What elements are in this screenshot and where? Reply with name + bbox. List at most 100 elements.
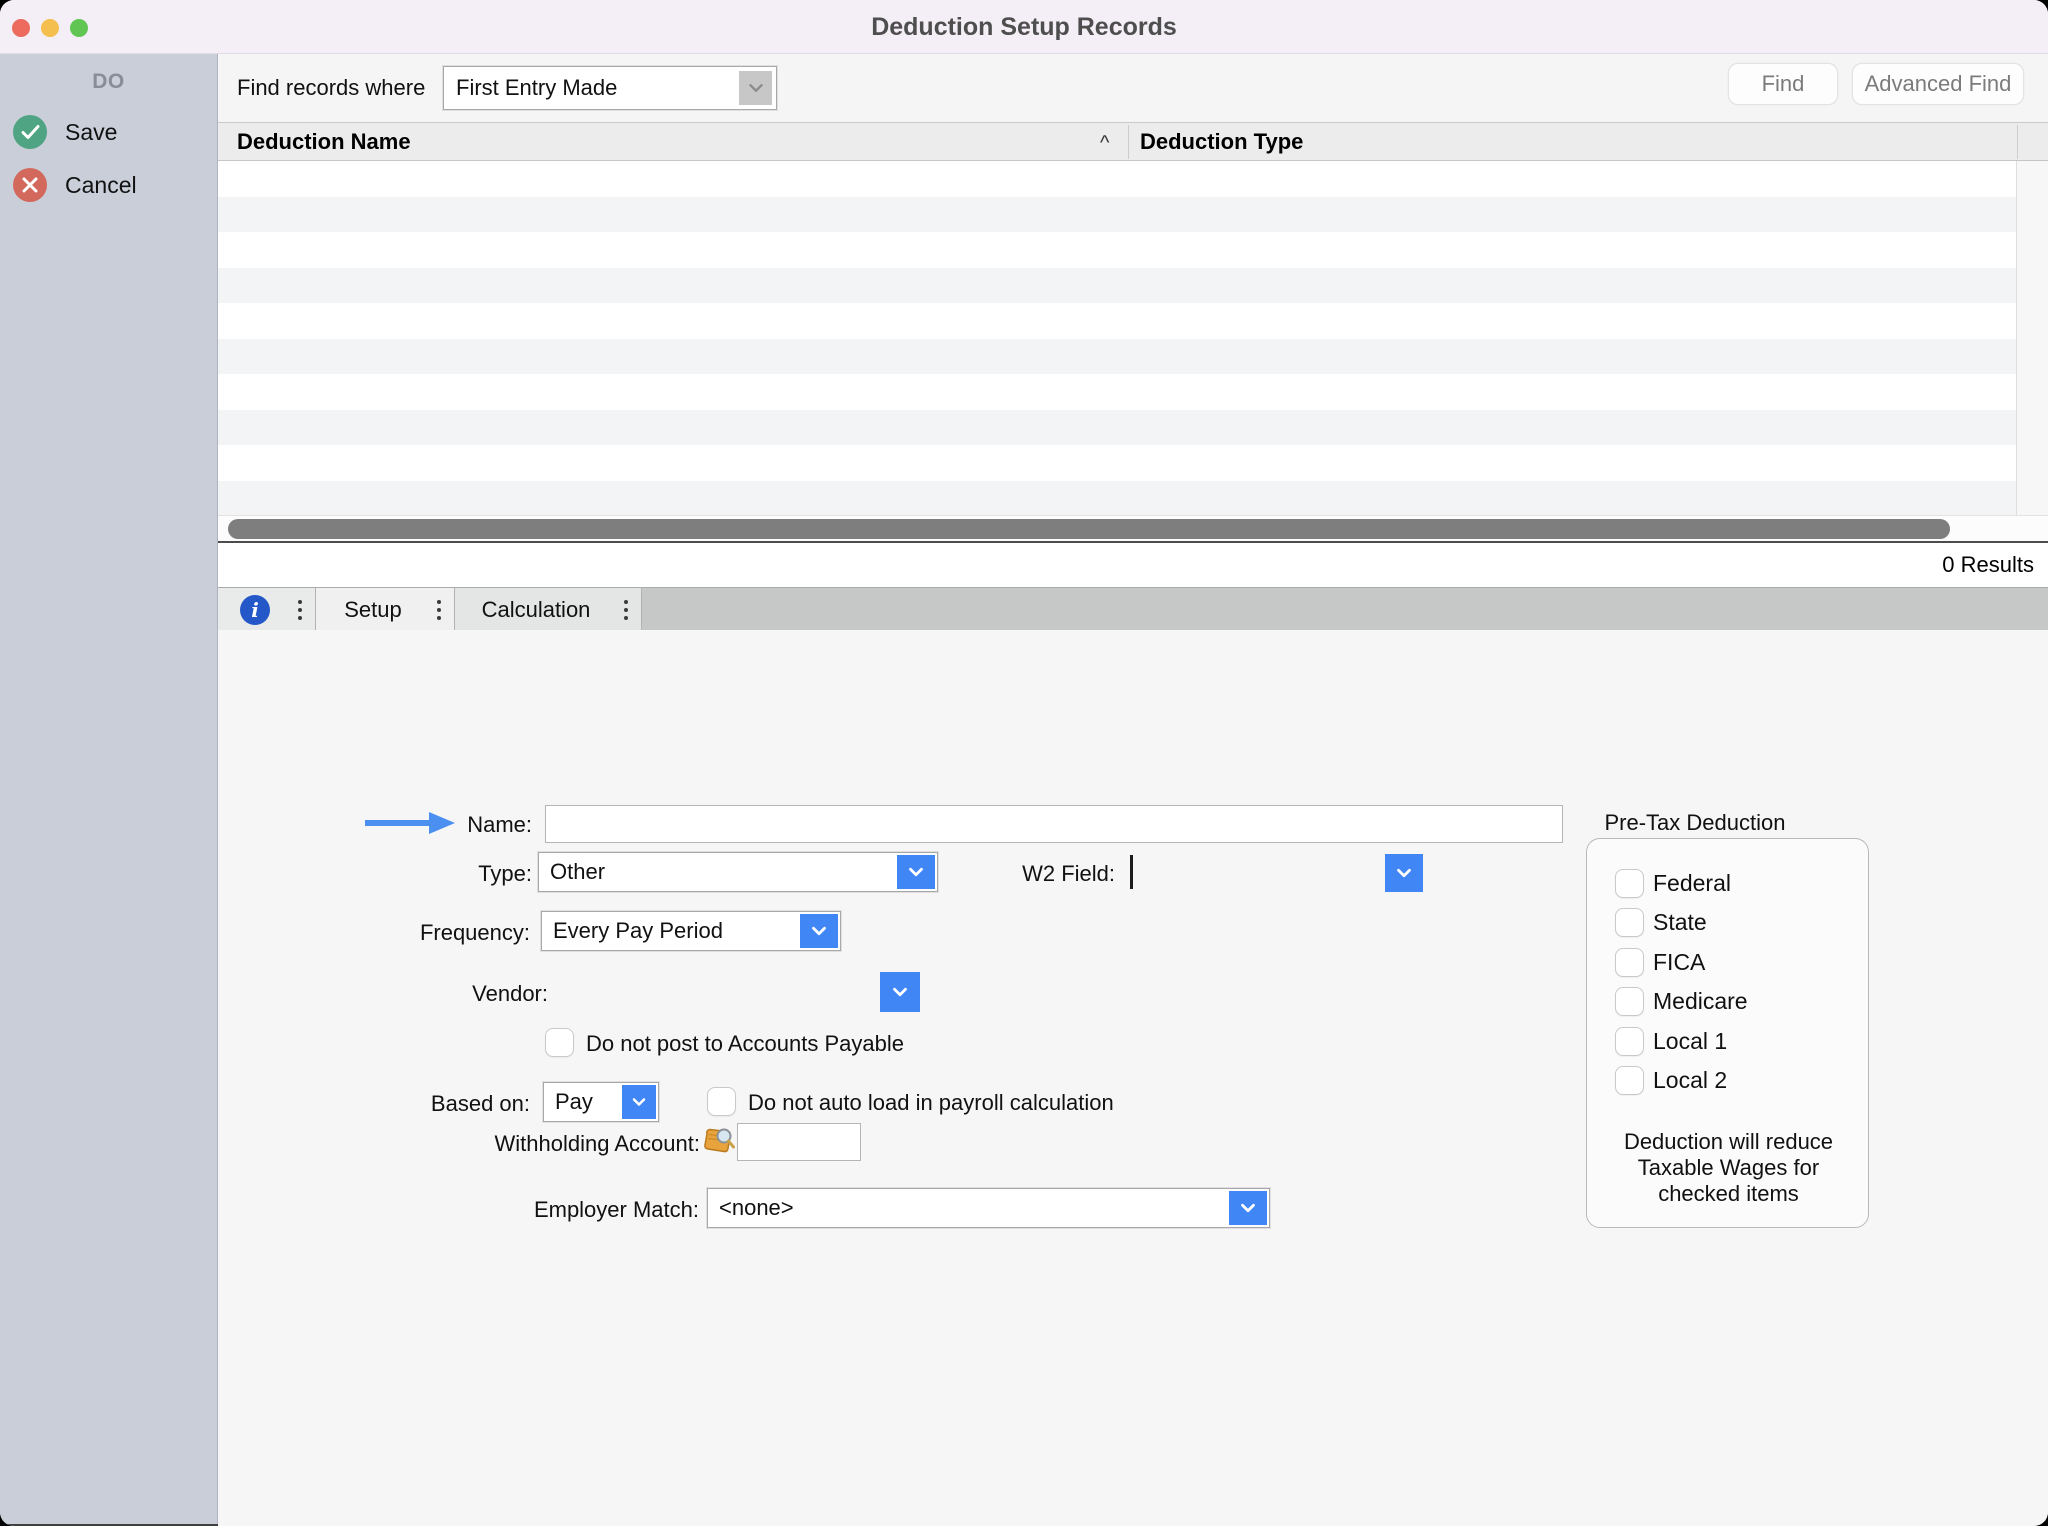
save-check-icon <box>13 115 47 149</box>
frequency-label: Frequency: <box>350 920 530 946</box>
table-row <box>218 303 2016 339</box>
type-label: Type: <box>380 861 532 887</box>
table-row <box>218 232 2016 268</box>
app-window: Deduction Setup Records DO Save Cancel C… <box>0 0 2048 1526</box>
name-input[interactable] <box>545 805 1563 843</box>
results-count: 0 Results <box>1942 543 2034 587</box>
type-dropdown[interactable]: Other <box>538 852 938 892</box>
cancel-button-label: Cancel <box>65 172 137 199</box>
window-title: Deduction Setup Records <box>0 0 2048 54</box>
cancel-button[interactable]: Cancel <box>0 167 218 203</box>
chevron-down-icon[interactable] <box>800 914 838 948</box>
cancel-x-icon <box>13 168 47 202</box>
column-divider <box>2017 125 2018 159</box>
frequency-dropdown[interactable]: Every Pay Period <box>541 911 841 951</box>
do-not-autoload-checkbox[interactable] <box>707 1087 736 1116</box>
table-row <box>218 268 2016 304</box>
column-header-deduction-type[interactable]: Deduction Type <box>1140 123 1303 161</box>
medicare-checkbox[interactable] <box>1615 987 1644 1016</box>
w2-field-dropdown-button[interactable] <box>1385 854 1423 892</box>
table-header-row: Deduction Name ^ Deduction Type <box>218 123 2048 161</box>
find-button[interactable]: Find <box>1728 63 1838 105</box>
table-row <box>218 197 2016 233</box>
find-records-where-label: Find records where <box>237 54 425 122</box>
kebab-menu-icon[interactable] <box>291 588 309 631</box>
tab-bar: i Setup Calculation <box>218 587 2048 630</box>
table-row <box>218 410 2016 446</box>
info-icon[interactable]: i <box>240 595 270 625</box>
fica-checkbox[interactable] <box>1615 948 1644 977</box>
sort-ascending-icon[interactable]: ^ <box>1100 123 1109 161</box>
federal-label: Federal <box>1653 869 1731 898</box>
vendor-dropdown-button[interactable] <box>880 972 920 1012</box>
employer-match-selected-value: <none> <box>719 1189 794 1227</box>
results-strip: 0 Results <box>218 543 2048 587</box>
table-row <box>218 374 2016 410</box>
table-row <box>218 481 2016 517</box>
setup-form: Name: Type: Other W2 Field: Frequency: E… <box>218 630 2048 1526</box>
chevron-down-icon[interactable] <box>1229 1191 1267 1225</box>
table-body <box>218 161 2016 516</box>
pretax-row-state: State <box>1587 908 1870 937</box>
sidebar-header: DO <box>0 70 217 94</box>
tab-setup[interactable]: Setup <box>316 588 455 631</box>
kebab-menu-icon[interactable] <box>430 588 448 631</box>
vertical-scrollbar-track[interactable] <box>2016 161 2048 516</box>
do-not-autoload-label: Do not auto load in payroll calculation <box>748 1090 1114 1116</box>
pretax-row-medicare: Medicare <box>1587 987 1870 1016</box>
w2-field-label: W2 Field: <box>960 861 1115 887</box>
record-info-segment: i <box>218 588 316 631</box>
sidebar: DO Save Cancel Collapse <box>0 54 218 1526</box>
local1-label: Local 1 <box>1653 1027 1727 1056</box>
frequency-selected-value: Every Pay Period <box>553 912 723 950</box>
based-on-selected-value: Pay <box>555 1083 593 1121</box>
pretax-note: Deduction will reduce Taxable Wages for … <box>1609 1129 1848 1207</box>
account-lookup-icon[interactable] <box>700 1126 736 1158</box>
table-row <box>218 445 2016 481</box>
based-on-dropdown[interactable]: Pay <box>543 1082 659 1122</box>
withholding-account-label: Withholding Account: <box>430 1131 700 1157</box>
withholding-account-input[interactable] <box>737 1123 861 1161</box>
state-checkbox[interactable] <box>1615 908 1644 937</box>
chevron-down-icon[interactable] <box>739 71 772 105</box>
do-not-post-ap-checkbox[interactable] <box>545 1028 574 1057</box>
pretax-deduction-title: Pre-Tax Deduction <box>1595 810 1795 836</box>
chevron-down-icon[interactable] <box>622 1085 656 1119</box>
medicare-label: Medicare <box>1653 987 1748 1016</box>
employer-match-label: Employer Match: <box>430 1197 699 1223</box>
pretax-row-local1: Local 1 <box>1587 1027 1870 1056</box>
local2-checkbox[interactable] <box>1615 1066 1644 1095</box>
table-row <box>218 161 2016 197</box>
horizontal-scrollbar-track[interactable] <box>218 515 2048 541</box>
tab-calculation[interactable]: Calculation <box>455 588 642 631</box>
save-button-label: Save <box>65 119 117 146</box>
local1-checkbox[interactable] <box>1615 1027 1644 1056</box>
pretax-row-fica: FICA <box>1587 948 1870 977</box>
column-header-deduction-name[interactable]: Deduction Name <box>237 123 411 161</box>
state-label: State <box>1653 908 1707 937</box>
tab-setup-label: Setup <box>316 597 430 623</box>
text-cursor <box>1130 855 1133 889</box>
chevron-down-icon[interactable] <box>897 855 935 889</box>
table-row <box>218 339 2016 375</box>
tab-calculation-label: Calculation <box>455 597 617 623</box>
column-divider <box>1128 125 1129 159</box>
advanced-find-button[interactable]: Advanced Find <box>1852 63 2024 105</box>
save-button[interactable]: Save <box>0 114 218 150</box>
vendor-label: Vendor: <box>380 981 548 1007</box>
type-selected-value: Other <box>550 853 605 891</box>
local2-label: Local 2 <box>1653 1066 1727 1095</box>
find-field-dropdown[interactable]: First Entry Made <box>443 66 777 110</box>
name-label: Name: <box>380 812 532 838</box>
results-table: Deduction Name ^ Deduction Type <box>218 122 2048 515</box>
find-field-selected-value: First Entry Made <box>456 67 617 109</box>
pretax-deduction-panel: Federal State FICA Medicare Local 1 Loca… <box>1586 838 1869 1228</box>
fica-label: FICA <box>1653 948 1705 977</box>
find-bar: Find records where First Entry Made Find… <box>218 54 2048 122</box>
employer-match-dropdown[interactable]: <none> <box>707 1188 1270 1228</box>
federal-checkbox[interactable] <box>1615 869 1644 898</box>
pretax-row-local2: Local 2 <box>1587 1066 1870 1095</box>
pretax-row-federal: Federal <box>1587 869 1870 898</box>
kebab-menu-icon[interactable] <box>617 588 635 631</box>
horizontal-scrollbar-thumb[interactable] <box>228 519 1950 539</box>
